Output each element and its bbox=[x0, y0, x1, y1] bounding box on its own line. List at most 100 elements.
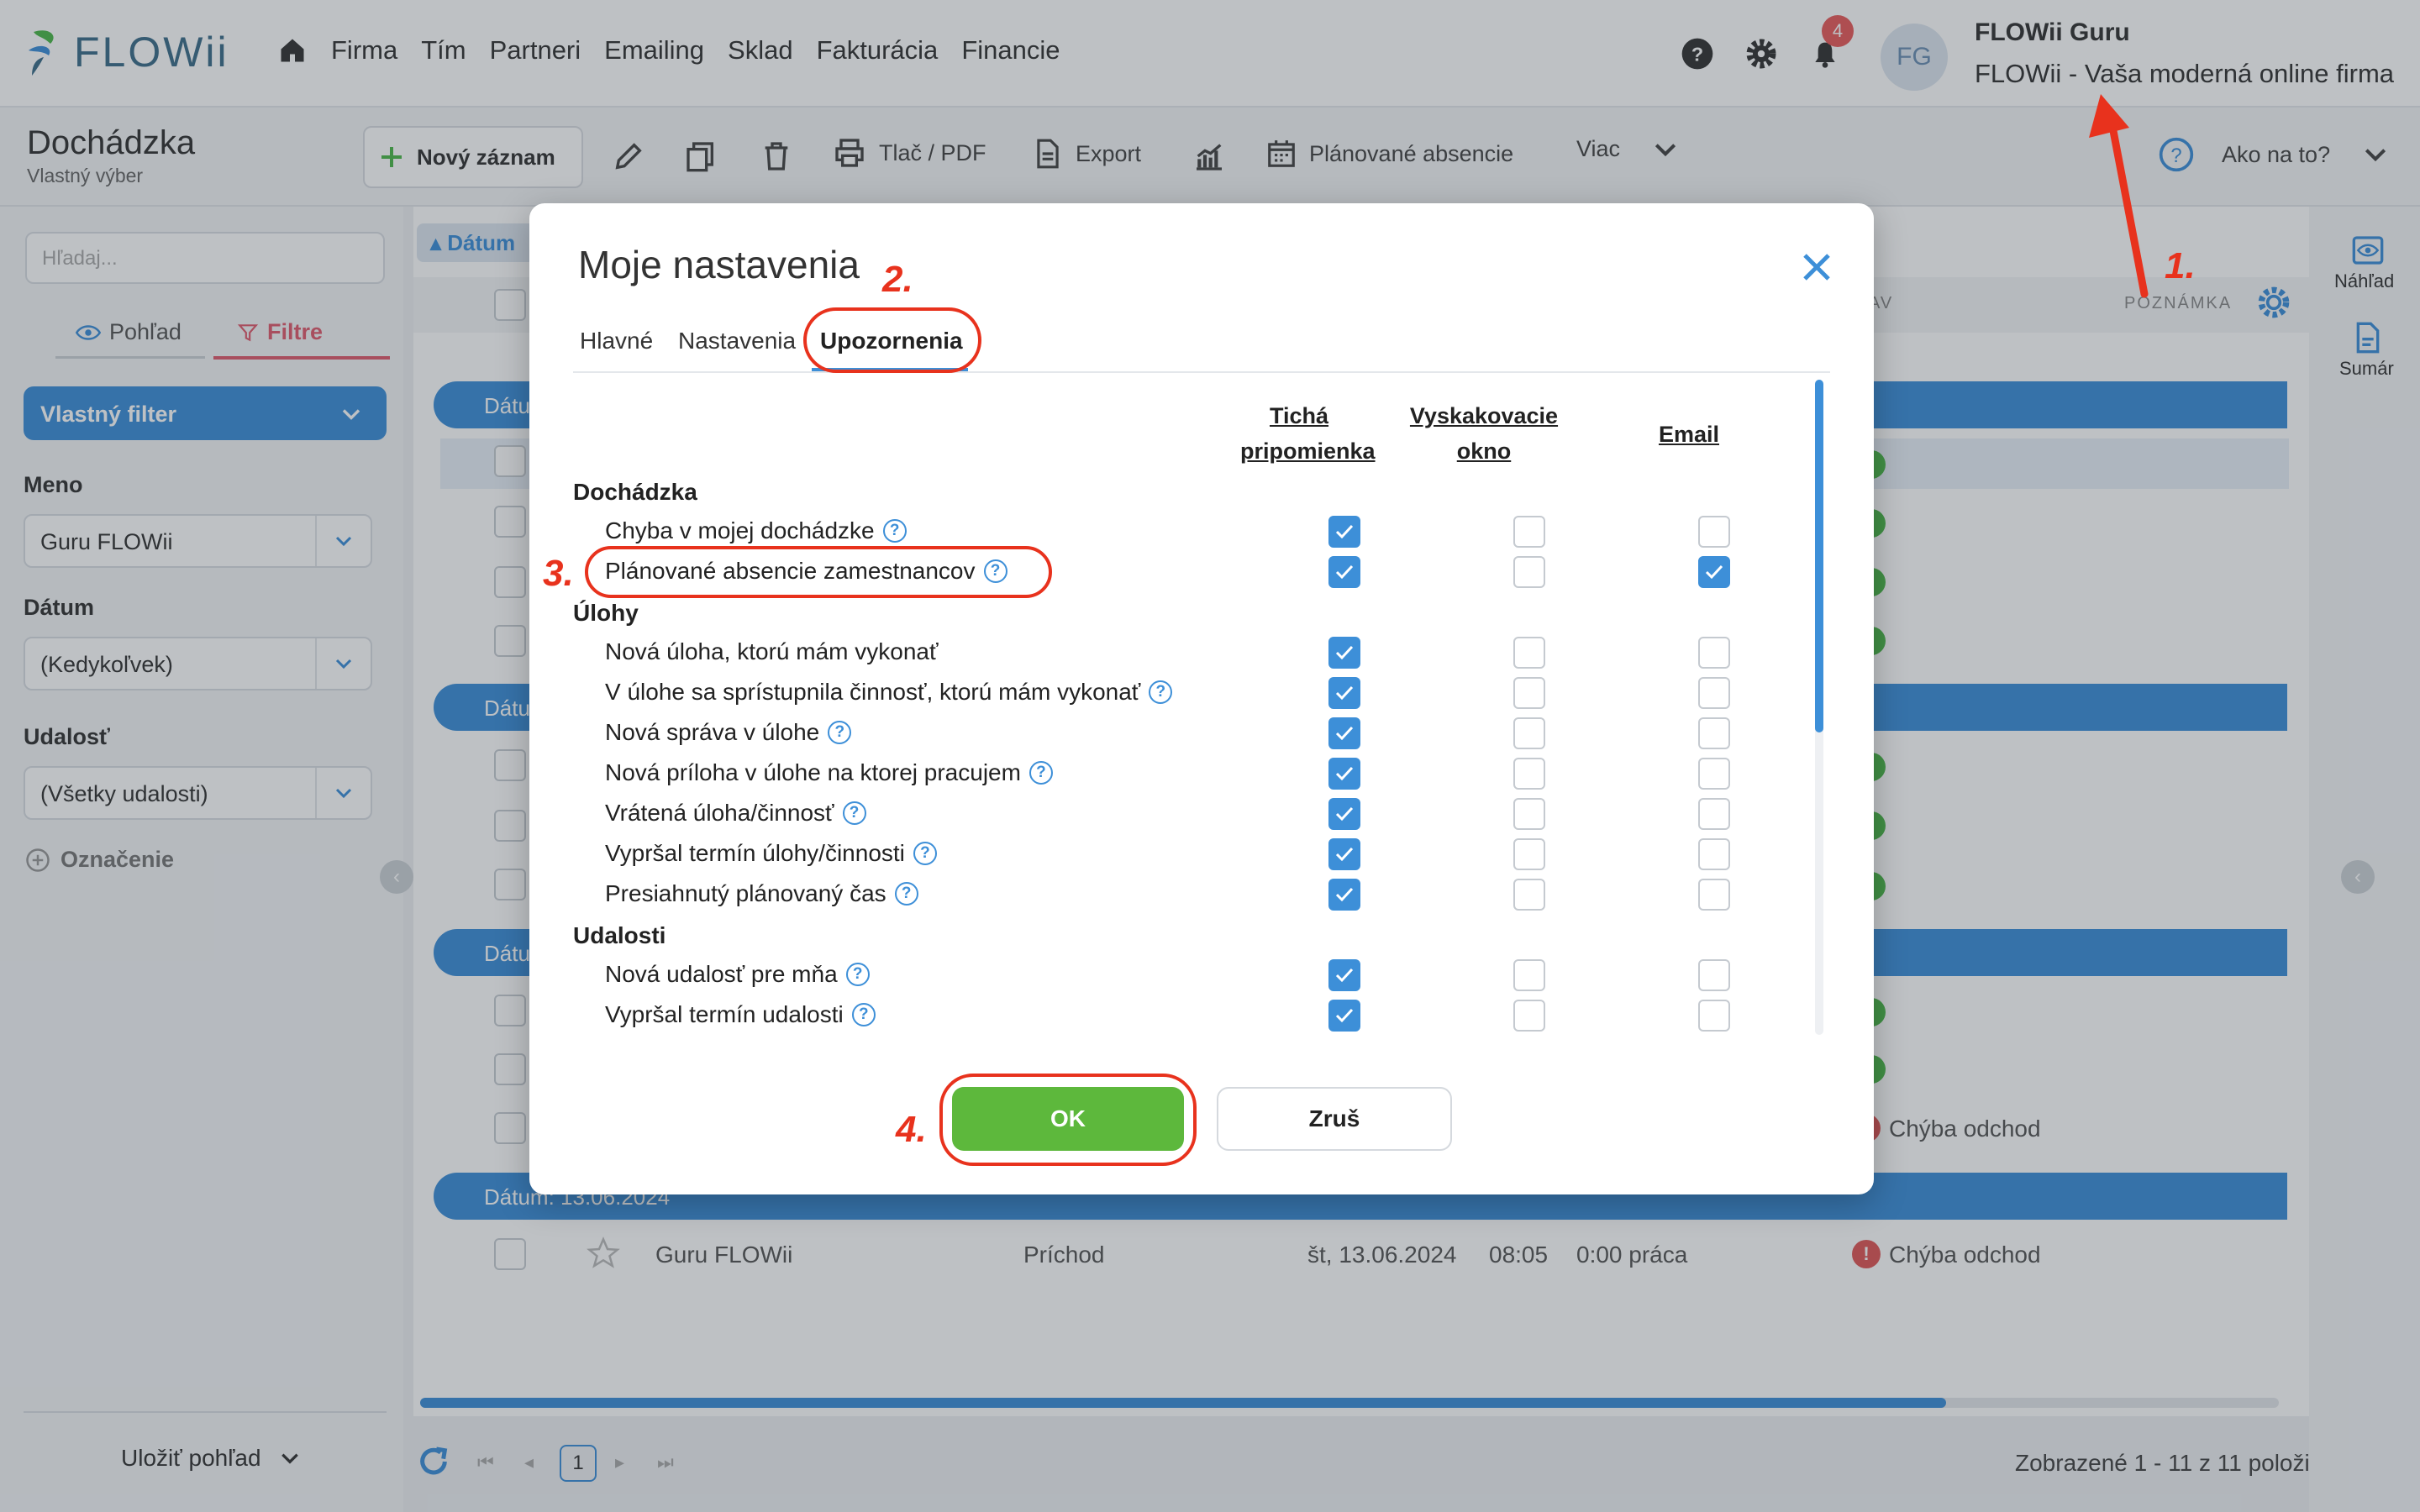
setting-item: Nová udalosť pre mňa? bbox=[605, 961, 870, 988]
email-checkbox[interactable] bbox=[1698, 1000, 1730, 1032]
help-icon[interactable]: ? bbox=[842, 801, 866, 825]
setting-label: V úlohe sa sprístupnila činnosť, ktorú m… bbox=[605, 679, 1141, 705]
setting-item: Vypršal termín udalosti? bbox=[605, 1001, 876, 1028]
section-title: Udalosti bbox=[573, 922, 666, 948]
col-popup-line2: okno bbox=[1456, 438, 1512, 464]
annotation-ring-ok bbox=[939, 1074, 1197, 1166]
help-icon[interactable]: ? bbox=[882, 519, 907, 543]
silent-checkbox[interactable] bbox=[1328, 798, 1360, 830]
popup-checkbox[interactable] bbox=[1513, 717, 1545, 749]
help-icon[interactable]: ? bbox=[1149, 680, 1173, 704]
close-icon[interactable] bbox=[1797, 247, 1837, 287]
checkmark-icon bbox=[1335, 726, 1354, 741]
setting-label: Nová úloha, ktorú mám vykonať bbox=[605, 638, 939, 664]
setting-item: Nová úloha, ktorú mám vykonať bbox=[605, 638, 938, 665]
popup-checkbox[interactable] bbox=[1513, 758, 1545, 790]
checkmark-icon bbox=[1335, 887, 1354, 902]
col-popup-window: Vyskakovacie okno bbox=[1408, 398, 1560, 469]
col-email: Email bbox=[1658, 422, 1720, 447]
email-checkbox[interactable] bbox=[1698, 516, 1730, 548]
email-checkbox[interactable] bbox=[1698, 677, 1730, 709]
silent-checkbox[interactable] bbox=[1328, 879, 1360, 911]
silent-checkbox[interactable] bbox=[1328, 758, 1360, 790]
tab-settings[interactable]: Nastavenia bbox=[678, 328, 796, 354]
silent-checkbox[interactable] bbox=[1328, 717, 1360, 749]
email-checkbox[interactable] bbox=[1698, 879, 1730, 911]
setting-label: Nová správa v úlohe bbox=[605, 719, 820, 745]
help-icon[interactable]: ? bbox=[845, 963, 870, 986]
setting-item: Vypršal termín úlohy/činnosti? bbox=[605, 840, 937, 867]
annotation-ring-row bbox=[585, 546, 1052, 598]
setting-label: Vrátená úloha/činnosť bbox=[605, 800, 834, 826]
silent-checkbox[interactable] bbox=[1328, 959, 1360, 991]
section-title: Úlohy bbox=[573, 600, 639, 626]
email-checkbox[interactable] bbox=[1698, 959, 1730, 991]
checkmark-icon bbox=[1335, 564, 1354, 580]
help-icon[interactable]: ? bbox=[913, 842, 937, 865]
setting-label: Nová udalosť pre mňa bbox=[605, 961, 838, 987]
col-silent-line2: pripomienka bbox=[1240, 438, 1376, 464]
setting-label: Presiahnutý plánovaný čas bbox=[605, 880, 886, 906]
setting-label: Vypršal termín úlohy/činnosti bbox=[605, 840, 905, 866]
silent-checkbox[interactable] bbox=[1328, 1000, 1360, 1032]
setting-label: Chyba v mojej dochádzke bbox=[605, 517, 875, 543]
annotation-step-2: 2. bbox=[882, 259, 913, 300]
setting-item: Chyba v mojej dochádzke? bbox=[605, 517, 907, 544]
checkmark-icon bbox=[1335, 847, 1354, 862]
annotation-arrow-icon bbox=[2089, 94, 2149, 298]
annotation-step-4: 4. bbox=[896, 1109, 927, 1150]
checkmark-icon bbox=[1335, 685, 1354, 701]
help-icon[interactable]: ? bbox=[828, 721, 852, 744]
annotation-step-1: 1. bbox=[2165, 245, 2196, 286]
help-icon[interactable]: ? bbox=[851, 1003, 876, 1026]
email-checkbox[interactable] bbox=[1698, 637, 1730, 669]
setting-item: Vrátená úloha/činnosť? bbox=[605, 800, 866, 827]
section-title: Dochádzka bbox=[573, 479, 697, 505]
setting-item: Nová príloha v úlohe na ktorej pracujem? bbox=[605, 759, 1053, 786]
checkmark-icon bbox=[1335, 766, 1354, 781]
checkmark-icon bbox=[1705, 564, 1723, 580]
tab-main[interactable]: Hlavné bbox=[580, 328, 653, 354]
checkmark-icon bbox=[1335, 1008, 1354, 1023]
dialog-title: Moje nastavenia bbox=[578, 243, 860, 286]
cancel-button[interactable]: Zruš bbox=[1217, 1087, 1452, 1151]
settings-dialog: Moje nastavenia Hlavné Nastavenia Upozor… bbox=[529, 203, 1874, 1194]
popup-checkbox[interactable] bbox=[1513, 838, 1545, 870]
email-checkbox[interactable] bbox=[1698, 717, 1730, 749]
silent-checkbox[interactable] bbox=[1328, 838, 1360, 870]
setting-label: Nová príloha v úlohe na ktorej pracujem bbox=[605, 759, 1021, 785]
email-checkbox[interactable] bbox=[1698, 798, 1730, 830]
setting-item: Presiahnutý plánovaný čas? bbox=[605, 880, 918, 907]
popup-checkbox[interactable] bbox=[1513, 677, 1545, 709]
help-icon[interactable]: ? bbox=[1028, 761, 1053, 785]
setting-item: Nová správa v úlohe? bbox=[605, 719, 852, 746]
silent-checkbox[interactable] bbox=[1328, 556, 1360, 588]
popup-checkbox[interactable] bbox=[1513, 516, 1545, 548]
email-checkbox[interactable] bbox=[1698, 838, 1730, 870]
popup-checkbox[interactable] bbox=[1513, 959, 1545, 991]
email-checkbox[interactable] bbox=[1698, 556, 1730, 588]
checkmark-icon bbox=[1335, 524, 1354, 539]
silent-checkbox[interactable] bbox=[1328, 637, 1360, 669]
checkmark-icon bbox=[1335, 645, 1354, 660]
annotation-ring-tab bbox=[803, 307, 981, 373]
annotation-step-3: 3. bbox=[543, 553, 574, 594]
popup-checkbox[interactable] bbox=[1513, 637, 1545, 669]
col-silent-reminder: Tichá pripomienka bbox=[1240, 398, 1376, 469]
popup-checkbox[interactable] bbox=[1513, 798, 1545, 830]
popup-checkbox[interactable] bbox=[1513, 556, 1545, 588]
help-icon[interactable]: ? bbox=[894, 882, 918, 906]
setting-label: Vypršal termín udalosti bbox=[605, 1001, 844, 1027]
silent-checkbox[interactable] bbox=[1328, 677, 1360, 709]
popup-checkbox[interactable] bbox=[1513, 879, 1545, 911]
checkmark-icon bbox=[1335, 806, 1354, 822]
checkmark-icon bbox=[1335, 968, 1354, 983]
tabs-divider bbox=[573, 371, 1830, 373]
popup-checkbox[interactable] bbox=[1513, 1000, 1545, 1032]
email-checkbox[interactable] bbox=[1698, 758, 1730, 790]
col-silent-line1: Tichá bbox=[1269, 403, 1329, 428]
dialog-scrollbar-thumb[interactable] bbox=[1815, 380, 1823, 732]
setting-item: V úlohe sa sprístupnila činnosť, ktorú m… bbox=[605, 679, 1173, 706]
silent-checkbox[interactable] bbox=[1328, 516, 1360, 548]
col-popup-line1: Vyskakovacie bbox=[1409, 403, 1559, 428]
